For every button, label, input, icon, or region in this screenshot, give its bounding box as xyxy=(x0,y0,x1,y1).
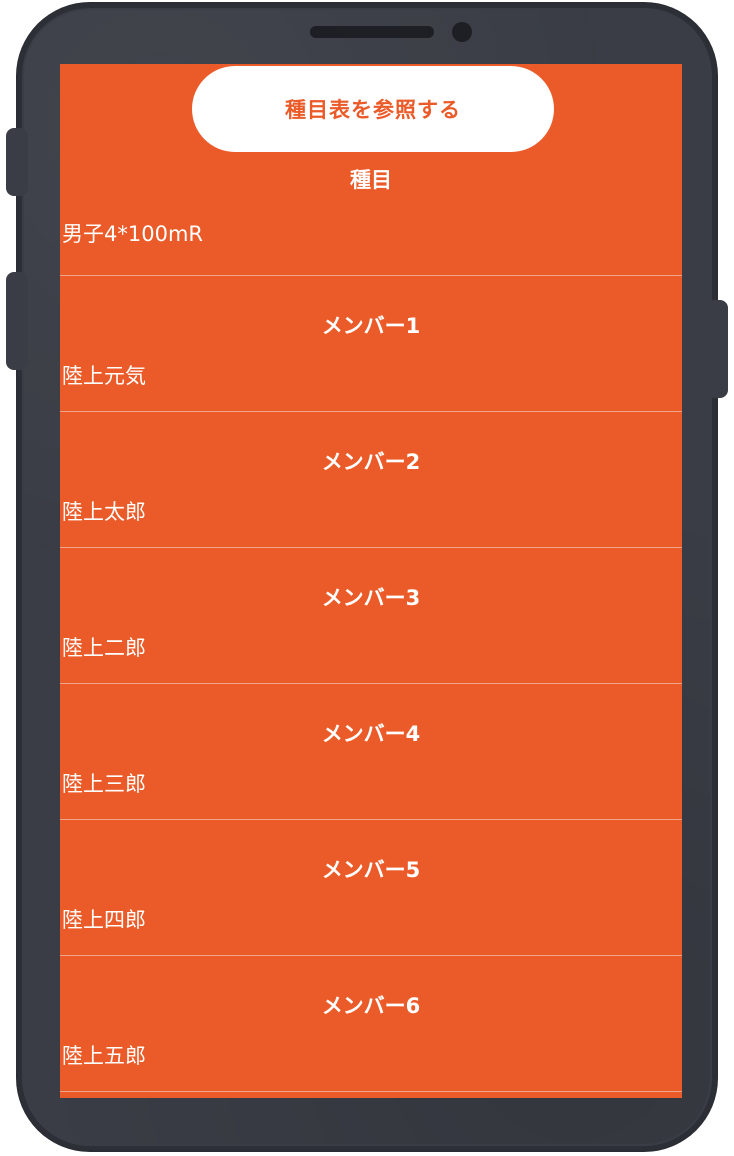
member-3-value[interactable]: 陸上二郎 xyxy=(62,632,146,662)
member-2-label: メンバー2 xyxy=(321,450,421,474)
member-4-section: メンバー4 陸上三郎 xyxy=(60,684,682,820)
view-event-table-button-label: 種目表を参照する xyxy=(285,98,461,122)
front-camera-icon xyxy=(452,22,472,42)
member-6-label: メンバー6 xyxy=(321,994,421,1018)
member-5-value[interactable]: 陸上四郎 xyxy=(62,904,146,934)
event-section: 種目 男子4*100mR xyxy=(60,138,682,276)
member-3-section: メンバー3 陸上二郎 xyxy=(60,548,682,684)
event-value[interactable]: 男子4*100mR xyxy=(62,218,203,248)
speaker-grille xyxy=(310,26,434,38)
volume-up-side-button xyxy=(6,128,28,196)
member-4-value[interactable]: 陸上三郎 xyxy=(62,768,146,798)
event-label: 種目 xyxy=(350,168,392,192)
member-6-section: メンバー6 陸上五郎 xyxy=(60,956,682,1092)
member-1-label: メンバー1 xyxy=(321,314,421,338)
volume-down-side-button xyxy=(6,272,28,370)
member-2-value[interactable]: 陸上太郎 xyxy=(62,496,146,526)
member-3-label: メンバー3 xyxy=(321,586,421,610)
member-5-section: メンバー5 陸上四郎 xyxy=(60,820,682,956)
member-2-section: メンバー2 陸上太郎 xyxy=(60,412,682,548)
power-side-button xyxy=(706,300,728,398)
member-5-label: メンバー5 xyxy=(321,858,421,882)
member-4-label: メンバー4 xyxy=(321,722,421,746)
member-1-value[interactable]: 陸上元気 xyxy=(62,360,146,390)
member-6-value[interactable]: 陸上五郎 xyxy=(62,1040,146,1070)
member-1-section: メンバー1 陸上元気 xyxy=(60,276,682,412)
app-screen: 種目表を参照する 種目 男子4*100mR メンバー1 陸上元気 メンバー2 陸… xyxy=(60,64,682,1098)
